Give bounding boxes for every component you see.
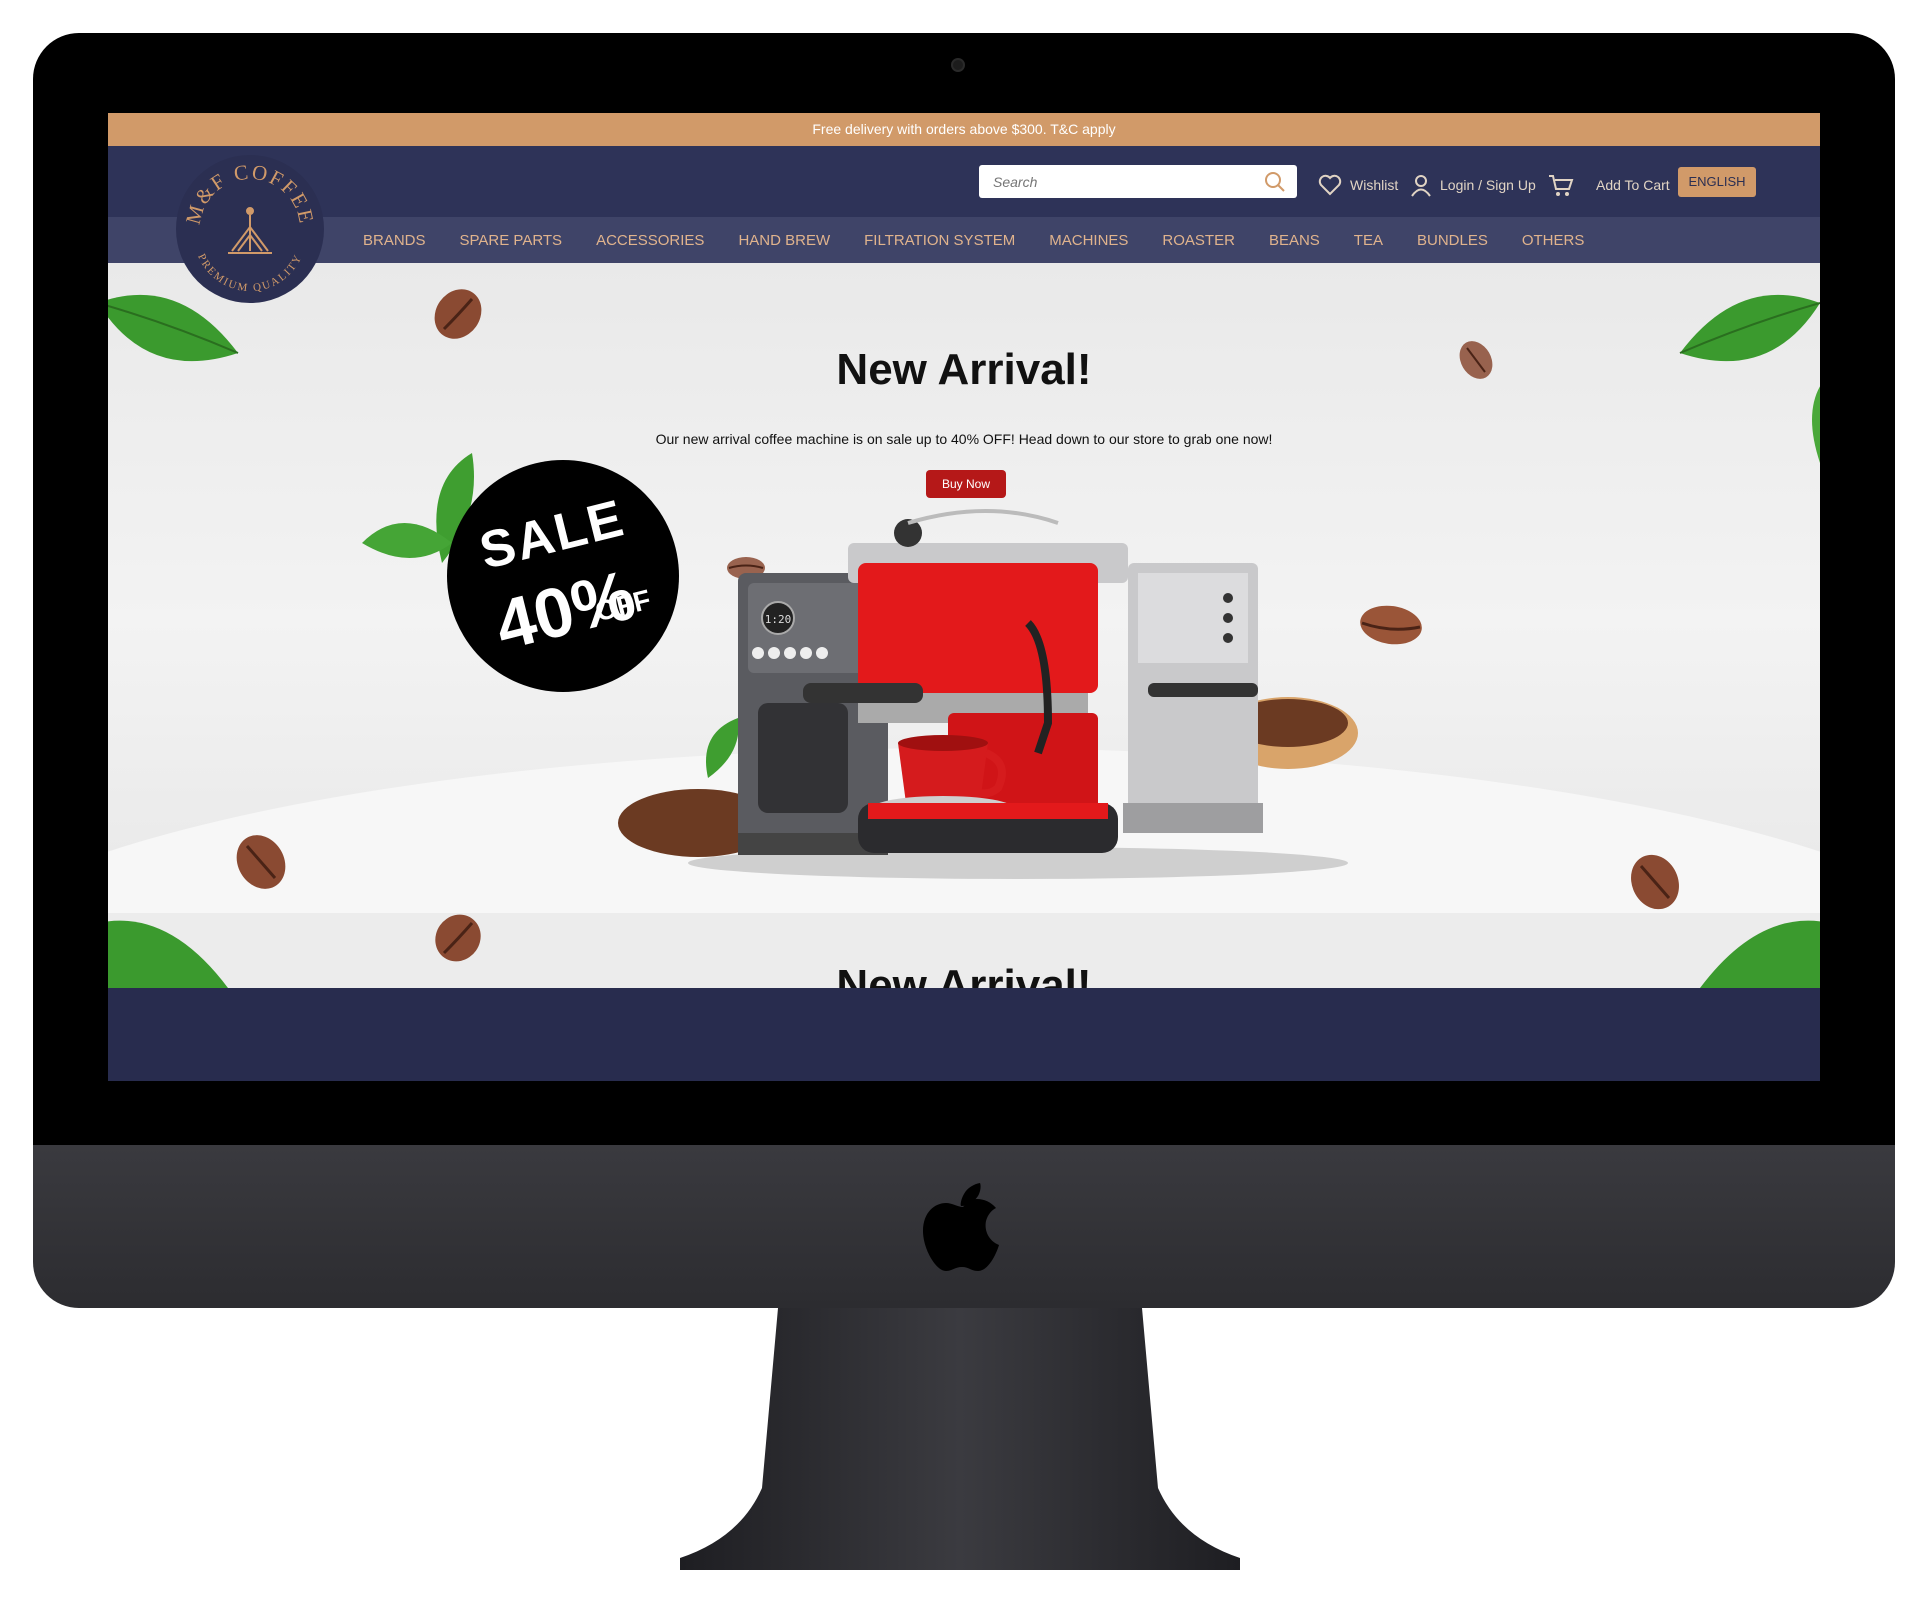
hero-subtitle: Our new arrival coffee machine is on sal… — [655, 431, 1273, 447]
coffee-bean-icon — [1631, 854, 1679, 910]
coffee-bean-icon — [434, 289, 482, 339]
coffee-bean-icon — [236, 835, 286, 889]
hero-title: New Arrival! — [836, 345, 1092, 394]
hero-banner: New Arrival! Our new arrival coffee mach… — [108, 263, 1820, 913]
search-input[interactable] — [979, 165, 1249, 198]
page-footer — [108, 988, 1820, 1081]
nav-item-roaster[interactable]: ROASTER — [1162, 232, 1235, 249]
language-button[interactable]: ENGLISH — [1678, 167, 1756, 197]
login-link[interactable]: Login / Sign Up — [1410, 173, 1536, 197]
nav-item-filtration-system[interactable]: FILTRATION SYSTEM — [864, 232, 1015, 249]
nav-item-spare-parts[interactable]: SPARE PARTS — [460, 232, 563, 249]
heart-icon — [1318, 174, 1342, 196]
nav-item-beans[interactable]: BEANS — [1269, 232, 1320, 249]
user-icon — [1411, 175, 1431, 197]
monitor-stand — [680, 1308, 1240, 1570]
next-slide-preview: New Arrival! — [108, 913, 1820, 988]
nav-item-accessories[interactable]: ACCESSORIES — [596, 232, 704, 249]
main-nav: BRANDS SPARE PARTS ACCESSORIES HAND BREW… — [363, 217, 1618, 263]
nav-item-machines[interactable]: MACHINES — [1049, 232, 1128, 249]
nav-item-hand-brew[interactable]: HAND BREW — [738, 232, 830, 249]
website-screen: Free delivery with orders above $300. T&… — [108, 113, 1820, 1081]
nav-item-tea[interactable]: TEA — [1354, 232, 1383, 249]
buy-now-button[interactable]: Buy Now — [926, 470, 1006, 498]
machine-display: 1:20 — [765, 613, 792, 626]
coffee-bean-icon — [435, 914, 481, 962]
nav-item-others[interactable]: OTHERS — [1522, 232, 1585, 249]
imac-mockup: Free delivery with orders above $300. T&… — [0, 0, 1920, 1600]
search-box[interactable] — [979, 165, 1297, 198]
logo-emblem-icon: M&F COFFEE PREMIUM QUALITY — [181, 160, 317, 295]
apple-logo-icon — [923, 1183, 999, 1271]
camera-icon — [951, 58, 965, 72]
nav-item-bundles[interactable]: BUNDLES — [1417, 232, 1488, 249]
promo-bar: Free delivery with orders above $300. T&… — [108, 113, 1820, 146]
wishlist-link[interactable]: Wishlist — [1318, 173, 1398, 197]
svg-text:PREMIUM QUALITY: PREMIUM QUALITY — [195, 252, 305, 294]
cart-link[interactable]: Add To Cart — [1548, 173, 1670, 197]
cart-icon — [1549, 175, 1574, 196]
coffee-machines-image: 1:20 — [618, 509, 1358, 879]
brand-logo[interactable]: M&F COFFEE PREMIUM QUALITY — [176, 155, 324, 303]
nav-item-brands[interactable]: BRANDS — [363, 232, 426, 249]
next-slide-title: New Arrival! — [836, 961, 1092, 988]
cart-label: Add To Cart — [1596, 177, 1670, 193]
logo-tagline-text: PREMIUM QUALITY — [195, 252, 303, 294]
search-icon[interactable] — [1263, 170, 1287, 194]
wishlist-label: Wishlist — [1350, 177, 1399, 193]
login-label: Login / Sign Up — [1440, 177, 1536, 193]
